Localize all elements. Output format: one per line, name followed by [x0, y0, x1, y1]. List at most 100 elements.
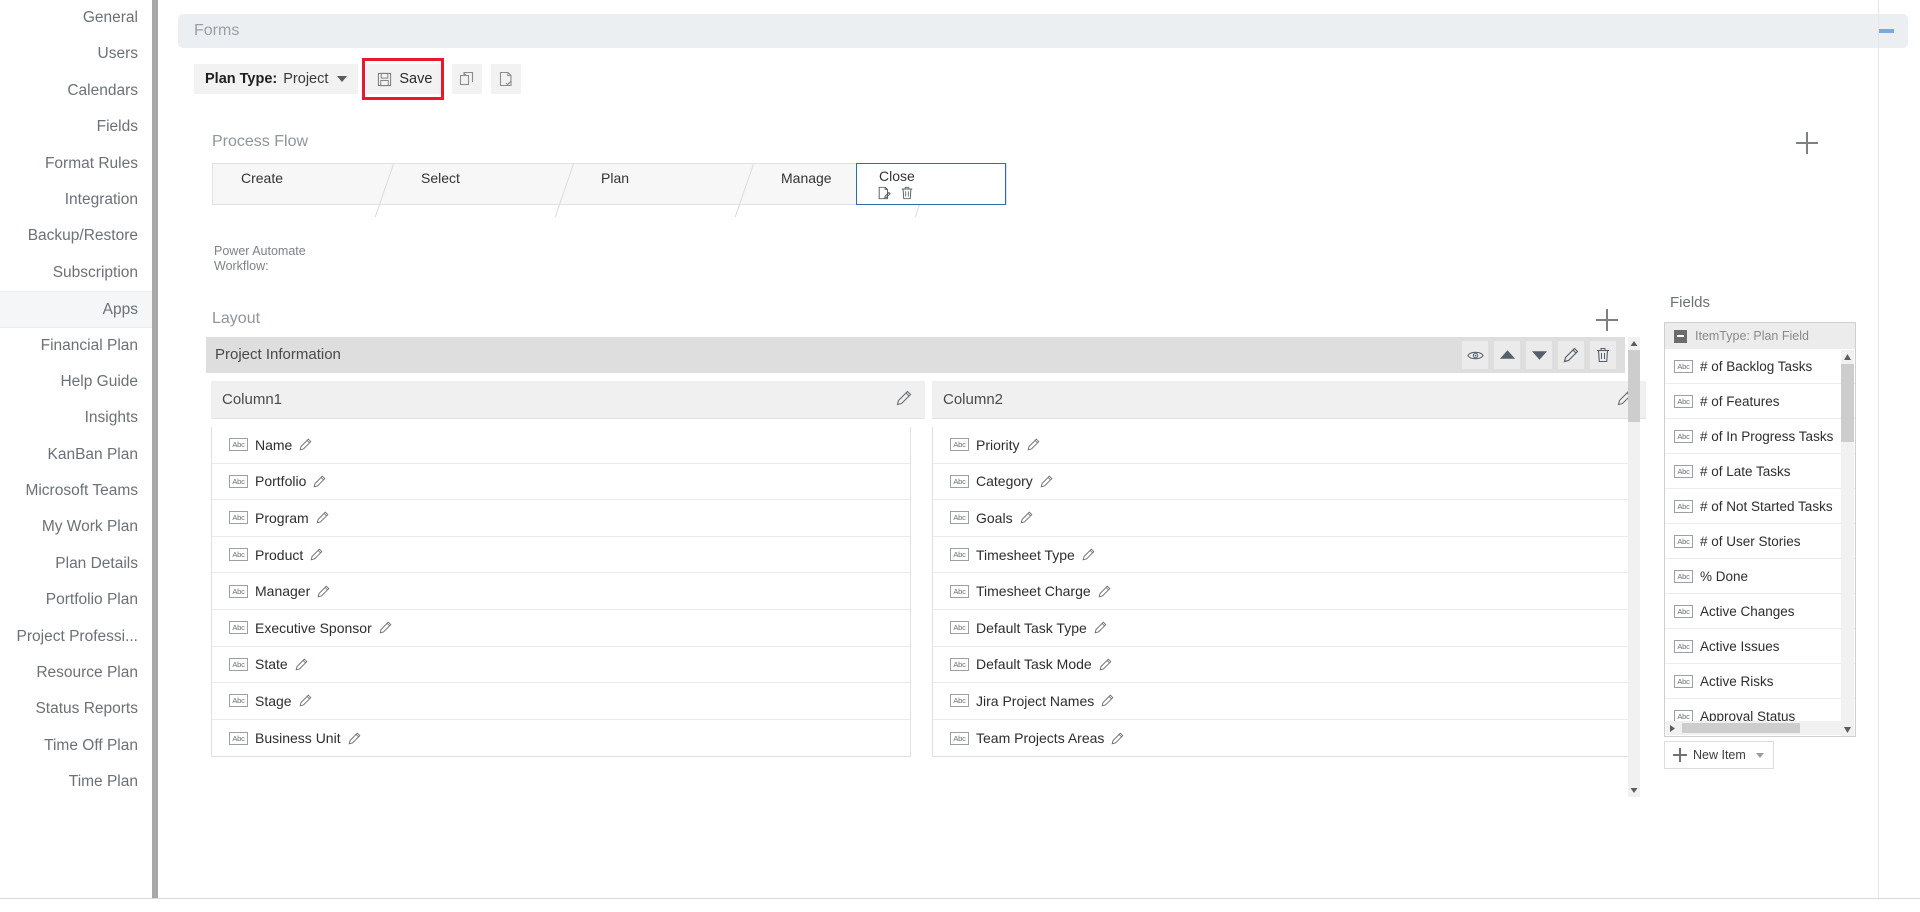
pencil-icon[interactable] [1027, 438, 1040, 451]
save-button[interactable]: Save [366, 64, 444, 94]
scroll-up-arrow-icon[interactable] [1628, 337, 1640, 350]
sidebar-scrollbar-thumb[interactable] [152, 0, 158, 898]
pencil-icon[interactable] [316, 511, 329, 524]
pencil-icon[interactable] [295, 658, 308, 671]
process-step-select[interactable]: Select [393, 164, 573, 204]
sidebar-item-kanban-plan[interactable]: KanBan Plan [0, 437, 152, 473]
column-edit-button[interactable] [896, 390, 912, 411]
sidebar-item-portfolio-plan[interactable]: Portfolio Plan [0, 582, 152, 618]
fields-scrollbar-thumb[interactable] [1841, 364, 1854, 442]
list-item[interactable]: Abc Active Risks [1665, 664, 1855, 699]
sidebar-item-general[interactable]: General [0, 0, 152, 36]
sidebar-item-time-plan[interactable]: Time Plan [0, 764, 152, 800]
sidebar-item-users[interactable]: Users [0, 36, 152, 72]
sidebar-item-insights[interactable]: Insights [0, 400, 152, 436]
sidebar-item-integration[interactable]: Integration [0, 182, 152, 218]
pencil-icon[interactable] [1040, 475, 1053, 488]
sidebar-item-resource-plan[interactable]: Resource Plan [0, 655, 152, 691]
pencil-icon[interactable] [1099, 658, 1112, 671]
list-item[interactable]: Abc # of User Stories [1665, 524, 1855, 559]
field-row[interactable]: Abc Goals [933, 500, 1629, 537]
field-row[interactable]: Abc Timesheet Type [933, 537, 1629, 574]
field-row[interactable]: Abc Default Task Type [933, 610, 1629, 647]
sidebar-item-apps[interactable]: Apps [0, 291, 152, 328]
list-item[interactable]: Abc # of Not Started Tasks [1665, 489, 1855, 524]
scroll-up-arrow-icon[interactable] [1841, 350, 1854, 364]
fields-horizontal-scrollbar[interactable] [1666, 721, 1843, 735]
field-row[interactable]: Abc Priority [933, 427, 1629, 464]
fields-vertical-scrollbar[interactable] [1841, 350, 1854, 736]
sidebar-item-project-professi[interactable]: Project Professi... [0, 619, 152, 655]
sidebar-item-time-off-plan[interactable]: Time Off Plan [0, 728, 152, 764]
section-visibility-button[interactable] [1462, 341, 1488, 369]
fields-group-header[interactable]: ItemType: Plan Field [1665, 323, 1855, 349]
sidebar-item-calendars[interactable]: Calendars [0, 73, 152, 109]
add-section-button[interactable] [1596, 309, 1618, 331]
field-row[interactable]: Abc Executive Sponsor [212, 610, 910, 647]
field-row[interactable]: Abc Business Unit [212, 720, 910, 757]
sidebar-item-backup-restore[interactable]: Backup/Restore [0, 218, 152, 254]
field-row[interactable]: Abc Program [212, 500, 910, 537]
plan-type-dropdown[interactable]: Plan Type: Project [194, 64, 359, 94]
copy-form-button[interactable] [452, 64, 483, 94]
pencil-icon[interactable] [1111, 732, 1124, 745]
field-row[interactable]: Abc Category [933, 464, 1629, 501]
section-delete-button[interactable] [1590, 341, 1616, 369]
list-item[interactable]: Abc # of Backlog Tasks [1665, 349, 1855, 384]
process-step-close[interactable]: Close [856, 163, 1006, 205]
sidebar-item-plan-details[interactable]: Plan Details [0, 546, 152, 582]
sidebar-item-subscription[interactable]: Subscription [0, 255, 152, 291]
process-step-plan[interactable]: Plan [573, 164, 753, 204]
trash-icon[interactable] [900, 186, 914, 200]
field-row[interactable]: Abc Manager [212, 573, 910, 610]
scroll-down-arrow-icon[interactable] [1628, 784, 1640, 797]
list-item[interactable]: Abc % Done [1665, 559, 1855, 594]
pencil-icon[interactable] [1020, 511, 1033, 524]
field-row[interactable]: Abc Product [212, 537, 910, 574]
chevron-down-icon[interactable] [1755, 752, 1764, 758]
section-move-up-button[interactable] [1494, 341, 1520, 369]
pencil-icon[interactable] [310, 548, 323, 561]
edit-document-icon[interactable] [877, 186, 891, 200]
field-row[interactable]: Abc State [212, 647, 910, 684]
field-row[interactable]: Abc Timesheet Charge [933, 573, 1629, 610]
fields-hscrollbar-thumb[interactable] [1682, 723, 1800, 733]
sidebar-item-fields[interactable]: Fields [0, 109, 152, 145]
sidebar-item-format-rules[interactable]: Format Rules [0, 146, 152, 182]
sidebar-item-status-reports[interactable]: Status Reports [0, 691, 152, 727]
pencil-icon[interactable] [1098, 585, 1111, 598]
column-header[interactable]: Column2 [932, 381, 1646, 419]
new-form-button[interactable] [491, 64, 522, 94]
layout-scrollbar-thumb[interactable] [1628, 350, 1640, 422]
field-row[interactable]: Abc Name [212, 427, 910, 464]
section-move-down-button[interactable] [1526, 341, 1552, 369]
pencil-icon[interactable] [313, 475, 326, 488]
field-row[interactable]: Abc Default Task Mode [933, 647, 1629, 684]
sidebar-scrollbar[interactable] [152, 0, 158, 898]
new-item-button[interactable]: New Item [1664, 741, 1774, 769]
sidebar-item-help-guide[interactable]: Help Guide [0, 364, 152, 400]
pencil-icon[interactable] [379, 621, 392, 634]
list-item[interactable]: Abc # of Features [1665, 384, 1855, 419]
list-item[interactable]: Abc # of Late Tasks [1665, 454, 1855, 489]
section-edit-button[interactable] [1558, 341, 1584, 369]
list-item[interactable]: Abc Active Issues [1665, 629, 1855, 664]
pencil-icon[interactable] [1101, 694, 1114, 707]
field-row[interactable]: Abc Jira Project Names [933, 683, 1629, 720]
pencil-icon[interactable] [1082, 548, 1095, 561]
section-header-project-information[interactable]: Project Information [206, 337, 1625, 373]
layout-scrollbar[interactable] [1628, 337, 1640, 797]
pencil-icon[interactable] [348, 732, 361, 745]
field-row[interactable]: Abc Portfolio [212, 464, 910, 501]
list-item[interactable]: Abc Active Changes [1665, 594, 1855, 629]
process-step-create[interactable]: Create [213, 164, 393, 204]
sidebar-item-my-work-plan[interactable]: My Work Plan [0, 509, 152, 545]
minus-square-icon[interactable] [1674, 329, 1687, 343]
field-row[interactable]: Abc Team Projects Areas [933, 720, 1629, 757]
pencil-icon[interactable] [299, 438, 312, 451]
sidebar-item-financial-plan[interactable]: Financial Plan [0, 328, 152, 364]
minimize-icon[interactable] [1878, 29, 1894, 33]
add-process-step-button[interactable] [1796, 132, 1818, 154]
pencil-icon[interactable] [1094, 621, 1107, 634]
sidebar-item-microsoft-teams[interactable]: Microsoft Teams [0, 473, 152, 509]
